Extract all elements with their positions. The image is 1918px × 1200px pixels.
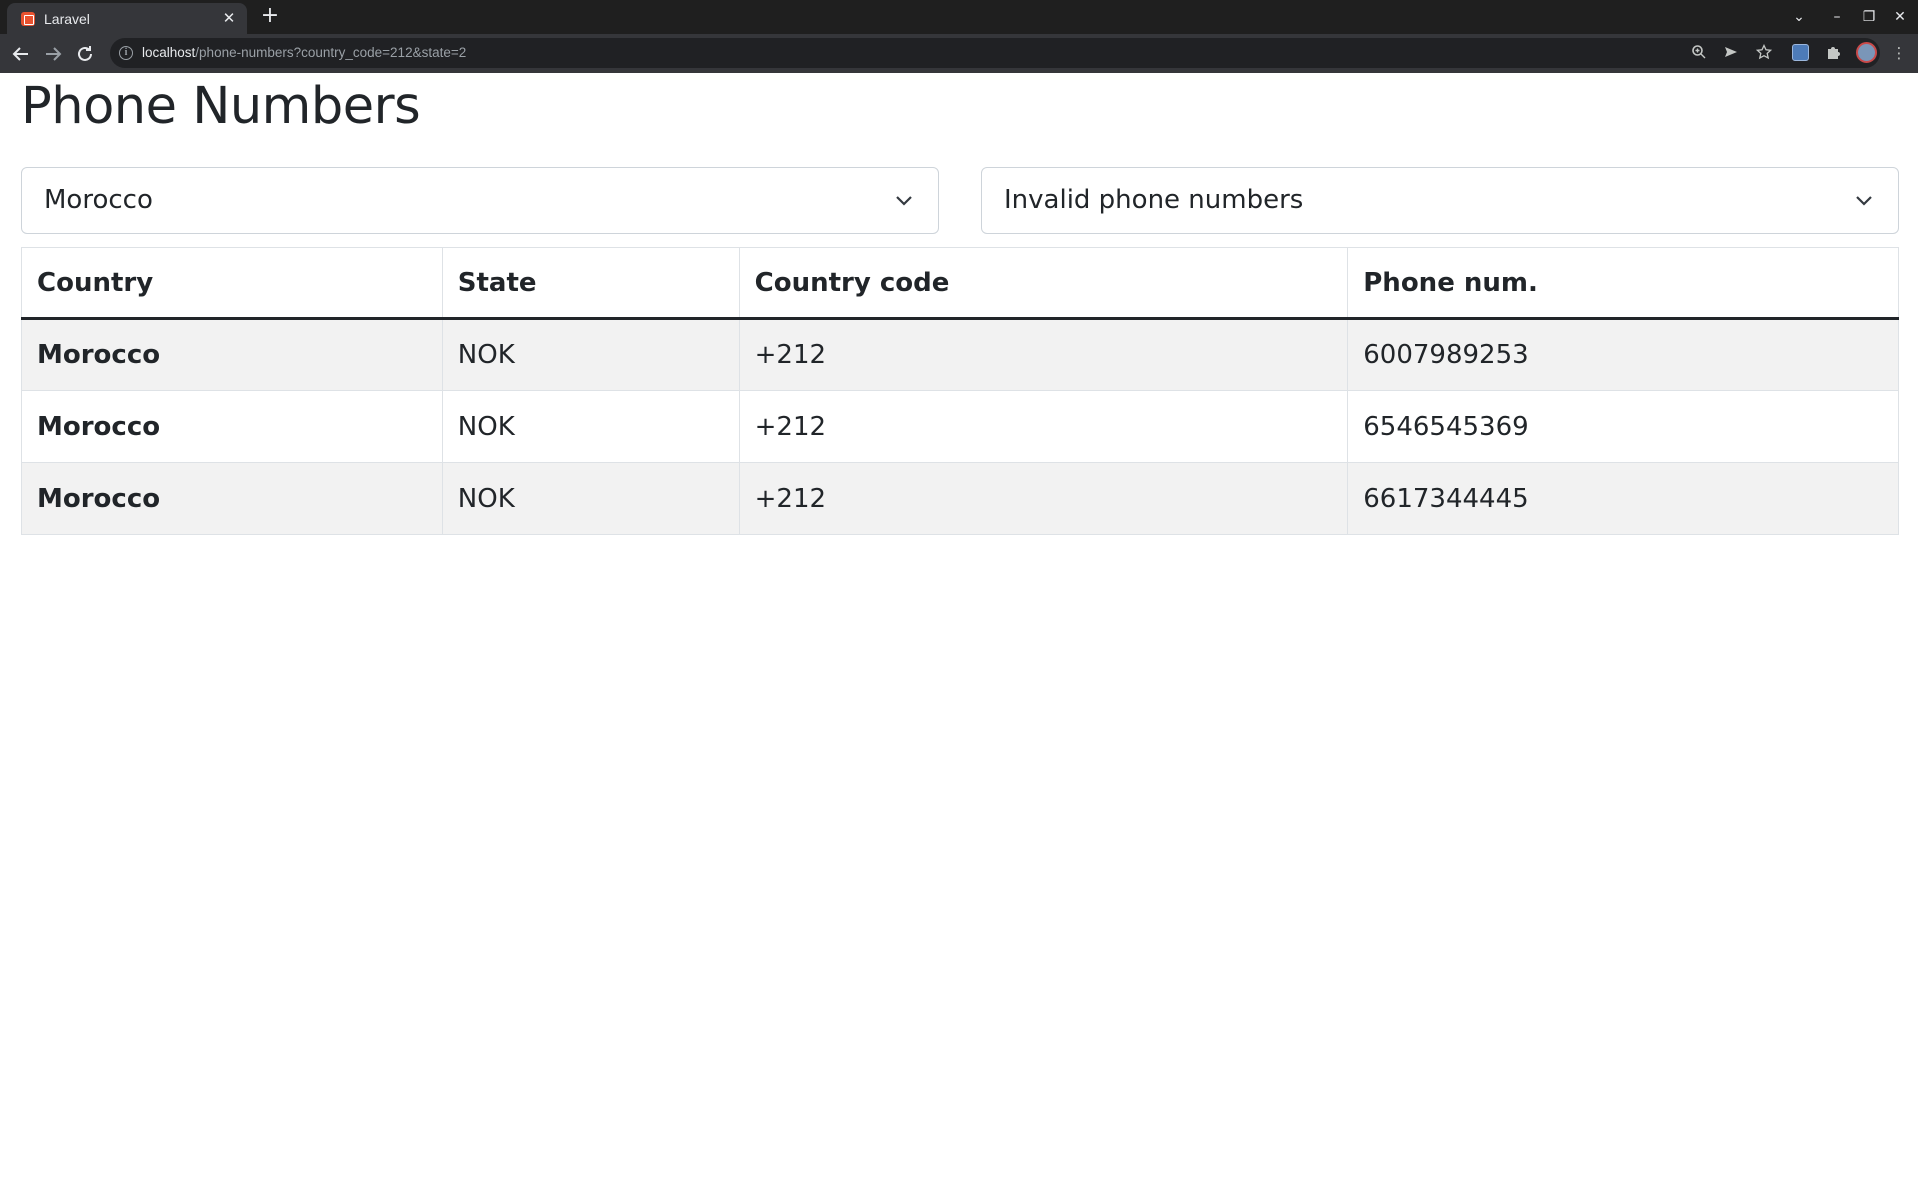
country-select-value: Morocco <box>44 185 153 215</box>
restore-icon[interactable]: ❐ <box>1858 7 1880 27</box>
profile-avatar[interactable] <box>1856 42 1877 63</box>
close-window-icon[interactable]: ✕ <box>1889 7 1911 27</box>
cell-country-code: +212 <box>738 390 1349 463</box>
cell-country: Morocco <box>21 390 443 463</box>
chevron-down-icon <box>892 188 916 212</box>
extension-icon[interactable] <box>1792 44 1809 61</box>
cell-state: NOK <box>441 462 740 535</box>
cell-phone: 6617344445 <box>1347 462 1899 535</box>
tab-title: Laravel <box>44 11 90 27</box>
state-select-value: Invalid phone numbers <box>1004 185 1304 215</box>
column-header-phone: Phone num. <box>1347 247 1899 320</box>
column-header-country-code: Country code <box>738 247 1349 320</box>
reload-icon[interactable] <box>73 42 97 66</box>
table-header-row: Country State Country code Phone num. <box>21 247 1899 320</box>
cell-country-code: +212 <box>738 462 1349 535</box>
table-row: Morocco NOK +212 6007989253 <box>21 318 1899 391</box>
address-bar[interactable]: i localhost/phone-numbers?country_code=2… <box>110 38 1880 68</box>
phone-numbers-table: Country State Country code Phone num. Mo… <box>21 247 1899 535</box>
table-row: Morocco NOK +212 6617344445 <box>21 462 1899 535</box>
cell-country: Morocco <box>21 318 443 391</box>
country-select[interactable]: Morocco <box>21 167 939 234</box>
forward-arrow-icon[interactable] <box>41 42 65 66</box>
browser-tab[interactable]: Laravel ✕ <box>7 3 247 34</box>
laravel-favicon-icon <box>21 12 35 26</box>
cell-country: Morocco <box>21 462 443 535</box>
column-header-country: Country <box>21 247 443 320</box>
url-text: localhost/phone-numbers?country_code=212… <box>142 45 467 60</box>
new-tab-button[interactable]: + <box>258 5 282 29</box>
browser-tab-bar: Laravel ✕ + ⌄ – ❐ ✕ <box>0 0 1918 34</box>
site-info-icon[interactable]: i <box>119 46 133 60</box>
cell-country-code: +212 <box>738 318 1349 391</box>
tab-search-icon[interactable]: ⌄ <box>1788 7 1810 27</box>
state-select[interactable]: Invalid phone numbers <box>981 167 1899 234</box>
table-row: Morocco NOK +212 6546545369 <box>21 390 1899 463</box>
close-tab-icon[interactable]: ✕ <box>219 8 239 28</box>
browser-toolbar: i localhost/phone-numbers?country_code=2… <box>0 34 1918 73</box>
zoom-icon[interactable] <box>1690 44 1708 62</box>
kebab-menu-icon[interactable]: ⋮ <box>1889 43 1909 63</box>
bookmark-star-icon[interactable] <box>1755 43 1773 62</box>
column-header-state: State <box>441 247 740 320</box>
cell-phone: 6007989253 <box>1347 318 1899 391</box>
back-arrow-icon[interactable] <box>9 42 33 66</box>
puzzle-icon[interactable] <box>1824 43 1844 63</box>
cell-phone: 6546545369 <box>1347 390 1899 463</box>
cell-state: NOK <box>441 390 740 463</box>
page-content: Phone Numbers Morocco Invalid phone numb… <box>0 73 1918 1200</box>
cell-state: NOK <box>441 318 740 391</box>
chevron-down-icon <box>1852 188 1876 212</box>
minimize-icon[interactable]: – <box>1826 7 1848 27</box>
send-icon[interactable] <box>1722 44 1740 62</box>
page-title: Phone Numbers <box>21 77 421 136</box>
